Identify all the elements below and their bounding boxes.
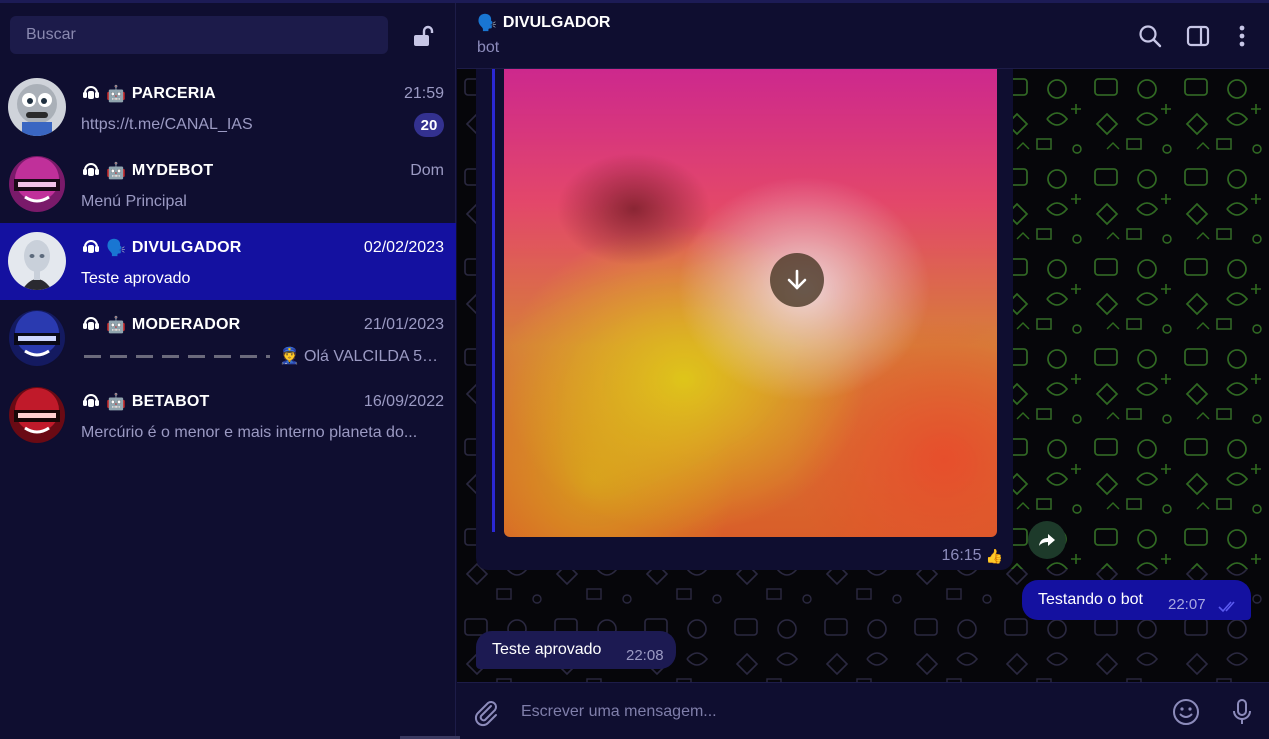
chat-time: 16/09/2022 — [363, 393, 444, 410]
speaking-head-icon: 🗣️ — [106, 240, 126, 257]
thumbs-up-icon[interactable]: 👍 — [986, 548, 1003, 565]
bot-badge-icon — [81, 83, 101, 106]
reply-bar — [492, 69, 495, 532]
message-time: 22:07 — [1168, 596, 1206, 613]
chat-preview: 👮 Olá VALCILDA 51... — [279, 348, 444, 365]
chat-item-parceria[interactable]: 🤖 PARCERIA 21:59 https://t.me/CANAL_IAS … — [0, 69, 456, 146]
bot-badge-icon — [81, 391, 101, 414]
message-input[interactable] — [521, 697, 1141, 727]
message-time: 22:08 — [626, 647, 664, 664]
unread-badge: 20 — [414, 113, 444, 137]
bot-badge-icon — [81, 237, 101, 260]
chat-name: PARCERIA — [131, 85, 216, 102]
message-area[interactable]: 16:15 👍 Testando o bot 22:07 Teste aprov… — [457, 69, 1269, 682]
separator-dashes — [84, 354, 270, 358]
avatar — [8, 78, 66, 136]
double-check-icon — [1218, 600, 1240, 618]
media-message[interactable]: 16:15 👍 — [476, 69, 1013, 570]
more-vertical-icon[interactable] — [1229, 23, 1255, 49]
robot-icon: 🤖 — [106, 394, 126, 411]
chat-preview: https://t.me/CANAL_IAS — [81, 116, 253, 133]
message-composer — [457, 682, 1269, 739]
chat-preview: Teste aprovado — [81, 270, 191, 287]
chat-preview-row: 👮 Olá VALCILDA 51... — [84, 344, 444, 368]
avatar — [8, 309, 66, 367]
bot-badge-icon — [81, 160, 101, 183]
media-meta: 16:15 👍 — [942, 547, 1003, 565]
sidebar-toggle-icon[interactable] — [1185, 23, 1211, 49]
chat-time: Dom — [410, 162, 444, 179]
chat-name: DIVULGADOR — [131, 239, 242, 256]
chat-item-moderador[interactable]: 🤖 MODERADOR 21/01/2023 👮 Olá VALCILDA 51… — [0, 300, 456, 377]
chat-title-row[interactable]: 🗣️ DIVULGADOR — [477, 13, 610, 33]
avatar — [8, 386, 66, 444]
robot-icon: 🤖 — [106, 163, 126, 180]
chat-preview: Mercúrio é o menor e mais interno planet… — [81, 424, 418, 441]
avatar — [8, 155, 66, 213]
chat-item-mydebot[interactable]: 🤖 MYDEBOT Dom Menú Principal — [0, 146, 456, 223]
chat-list: 🤖 PARCERIA 21:59 https://t.me/CANAL_IAS … — [0, 69, 456, 454]
forward-icon[interactable] — [1028, 521, 1066, 559]
unlock-icon[interactable] — [410, 23, 436, 49]
robot-icon: 🤖 — [106, 317, 126, 334]
message-text: Testando o bot — [1038, 591, 1143, 608]
message-text: Teste aprovado — [492, 641, 602, 658]
chat-name: BETABOT — [131, 393, 210, 410]
emoji-icon[interactable] — [1171, 697, 1201, 727]
paperclip-icon[interactable] — [471, 697, 501, 727]
robot-icon: 🤖 — [106, 86, 126, 103]
bot-badge-icon — [81, 314, 101, 337]
chat-header: 🗣️ DIVULGADOR bot — [457, 3, 1269, 69]
incoming-message[interactable]: Teste aprovado 22:08 — [476, 631, 676, 669]
chat-item-betabot[interactable]: 🤖 BETABOT 16/09/2022 Mercúrio é o menor … — [0, 377, 456, 454]
search-bar[interactable] — [10, 16, 388, 54]
chat-name: MODERADOR — [131, 316, 241, 333]
chat-time: 02/02/2023 — [363, 239, 444, 256]
chat-subtitle: bot — [477, 39, 500, 56]
avatar — [8, 232, 66, 290]
chat-item-divulgador[interactable]: 🗣️ DIVULGADOR 02/02/2023 Teste aprovado — [0, 223, 456, 300]
chat-time: 21:59 — [403, 85, 444, 102]
chat-preview: Menú Principal — [81, 193, 187, 210]
chat-title: DIVULGADOR — [502, 14, 611, 31]
chat-name: MYDEBOT — [131, 162, 214, 179]
speaking-head-icon: 🗣️ — [477, 15, 497, 32]
message-time: 16:15 — [941, 547, 982, 564]
chat-time: 21/01/2023 — [363, 316, 444, 333]
microphone-icon[interactable] — [1227, 697, 1257, 727]
sidebar: 🤖 PARCERIA 21:59 https://t.me/CANAL_IAS … — [0, 3, 456, 739]
outgoing-message[interactable]: Testando o bot 22:07 — [1022, 580, 1251, 620]
telegram-window: 🤖 PARCERIA 21:59 https://t.me/CANAL_IAS … — [0, 0, 1269, 739]
search-input[interactable] — [26, 26, 372, 44]
chat-pane: 🗣️ DIVULGADOR bot 16:15 👍 Testando o bot… — [457, 3, 1269, 739]
search-icon[interactable] — [1137, 23, 1163, 49]
blurred-media-preview[interactable] — [504, 69, 997, 537]
download-icon[interactable] — [770, 253, 824, 307]
